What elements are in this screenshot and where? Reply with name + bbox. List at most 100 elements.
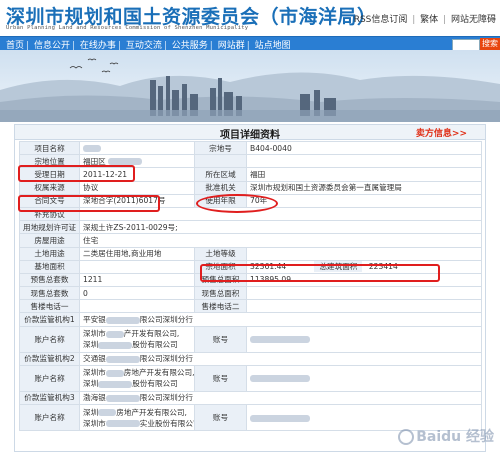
table-row: 权属来源 协议 批准机关 深圳市规划和国土资源委员会第一直属管理局	[19, 180, 482, 195]
search-button[interactable]: 搜索	[480, 38, 500, 50]
phone2-value	[246, 299, 482, 314]
panel-header: 项目详细资料 卖方信息>>	[15, 125, 485, 141]
account-name-text: 深圳	[83, 340, 99, 350]
account-name-text: 房地产开发有限公司,	[123, 368, 195, 378]
rights-source-value: 协议	[79, 180, 195, 195]
table-row: 现售总套数 0 现售总面积	[19, 286, 482, 301]
account-name-label: 账户名称	[19, 404, 80, 431]
account-no-value	[246, 364, 482, 392]
redacted-text	[98, 409, 117, 416]
district-value: 福田	[246, 167, 482, 182]
account-name-text: 深圳	[83, 407, 99, 417]
account-no-label: 账号	[194, 325, 247, 353]
highlight-accept-date	[18, 165, 135, 182]
accessibility-link[interactable]: 网站无障碍	[451, 15, 496, 25]
rss-link[interactable]: RSS信息订阅	[354, 15, 408, 25]
rights-source-label: 权属来源	[19, 180, 80, 195]
city-skyline-banner	[0, 50, 500, 122]
fund-org2-text: 交通银	[83, 354, 106, 364]
redacted-text	[250, 375, 310, 383]
redacted-text	[98, 380, 133, 388]
land-grade-value	[246, 246, 482, 261]
fund-org2-label: 价款监管机构2	[19, 351, 80, 366]
account-name-value: 深圳 房地产开发有限公司, 深圳市 实业股份有限公司	[79, 404, 195, 431]
fund-org3-text: 限公司深圳分行	[139, 393, 193, 403]
panel-title: 项目详细资料	[220, 130, 280, 141]
approval-org-value: 深圳市规划和国土资源委员会第一直属管理局	[246, 180, 482, 195]
redacted-text	[105, 355, 140, 363]
redacted-text	[98, 341, 133, 349]
watermark-text: Baidu 经验	[416, 429, 494, 445]
site-header: 深圳市规划和国土资源委员会（市海洋局） Urban Planning Land …	[0, 0, 500, 36]
fund-org1-text: 平安银	[83, 315, 106, 325]
account-name-value: 深圳市 房地产开发有限公司, 深圳 股份有限公司	[79, 364, 195, 392]
traditional-link[interactable]: 繁体	[420, 15, 438, 25]
fund-org1-value: 平安银 限公司深圳分行	[79, 312, 482, 327]
account-name-text: 深圳市	[83, 329, 106, 339]
fund-org3-value: 渤海银 限公司深圳分行	[79, 390, 482, 406]
table-row: 用地规划许可证 深规土许ZS-2011-0029号;	[19, 220, 482, 235]
fund-org3-text: 渤海银	[83, 393, 106, 403]
redacted-text	[105, 420, 140, 427]
land-use-label: 土地用途	[19, 246, 80, 261]
redacted-text	[83, 145, 101, 153]
parcel-no-label: 宗地号	[194, 140, 247, 156]
account-name-label: 账户名称	[19, 325, 80, 353]
district-label: 所在区域	[194, 167, 247, 182]
approval-org-label: 批准机关	[194, 180, 247, 195]
house-use-label: 房屋用途	[19, 233, 80, 248]
fund-org2-value: 交通银 限公司深圳分行	[79, 351, 482, 366]
table-row: 价款监管机构1 平安银 限公司深圳分行	[19, 312, 482, 327]
highlight-years	[196, 194, 278, 213]
account-name-text: 深圳	[83, 379, 99, 389]
table-row: 价款监管机构3 渤海银 限公司深圳分行	[19, 390, 482, 406]
redacted-text	[250, 414, 310, 422]
presale-units-value: 1211	[79, 272, 195, 288]
redacted-text	[105, 330, 124, 338]
table-row: 房屋用途 住宅	[19, 233, 482, 248]
account-name-text: 房地产开发有限公司,	[116, 407, 187, 417]
account-name-text: 股份有限公司	[132, 379, 178, 389]
project-name-label: 项目名称	[19, 140, 80, 156]
base-area-value	[79, 259, 195, 274]
account-no-label: 账号	[194, 404, 247, 431]
parcel-no-value: B404-0040	[246, 140, 482, 156]
land-grade-label: 土地等级	[194, 246, 247, 261]
divider: |	[443, 15, 447, 25]
account-name-text: 产开发有限公司,	[123, 329, 180, 339]
planning-permit-value: 深规土许ZS-2011-0029号;	[79, 220, 482, 235]
table-row: 土地用途 二类居住用地,商业用地 土地等级	[19, 246, 482, 261]
top-links: RSS信息订阅 | 繁体 | 网站无障碍	[352, 12, 496, 25]
account-no-value	[246, 325, 482, 353]
account-name-text: 股份有限公司	[132, 340, 178, 350]
years-value: 70年	[246, 193, 482, 208]
redacted-text	[105, 369, 124, 377]
account-name-text: 深圳市	[83, 418, 106, 428]
base-area-label: 基地面积	[19, 259, 80, 274]
fund-org1-label: 价款监管机构1	[19, 312, 80, 327]
account-name-label: 账户名称	[19, 364, 80, 392]
spot-area-value	[246, 286, 482, 301]
spot-units-label: 现售总套数	[19, 286, 80, 301]
seller-info-link[interactable]: 卖方信息>>	[416, 126, 467, 139]
table-row: 售楼电话一 售楼电话二	[19, 299, 482, 314]
baidu-watermark: Baidu 经验	[398, 426, 494, 446]
fund-org1-text: 限公司深圳分行	[139, 315, 193, 325]
table-row: 账户名称 深圳市 产开发有限公司, 深圳 股份有限公司 账号	[19, 325, 482, 353]
account-name-text: 深圳市	[83, 368, 106, 378]
spot-units-value: 0	[79, 286, 195, 301]
skyline-image	[0, 50, 500, 122]
highlight-contract-no	[18, 195, 160, 212]
redacted-text	[105, 394, 140, 402]
site-subtitle: Urban Planning Land and Resources Commis…	[6, 25, 249, 31]
highlight-areas	[200, 264, 440, 282]
project-detail-table: 项目名称 宗地号 B404-0040 宗地位置 福田区 受理日期 2011-12…	[19, 140, 482, 431]
account-name-value: 深圳市 产开发有限公司, 深圳 股份有限公司	[79, 325, 195, 353]
table-row: 价款监管机构2 交通银 限公司深圳分行	[19, 351, 482, 366]
paw-logo-icon	[398, 429, 415, 445]
empty-cell	[246, 154, 482, 169]
redacted-text	[250, 336, 310, 344]
table-row: 项目名称 宗地号 B404-0040	[19, 140, 482, 156]
land-use-value: 二类居住用地,商业用地	[79, 246, 195, 261]
phone1-label: 售楼电话一	[19, 299, 80, 314]
